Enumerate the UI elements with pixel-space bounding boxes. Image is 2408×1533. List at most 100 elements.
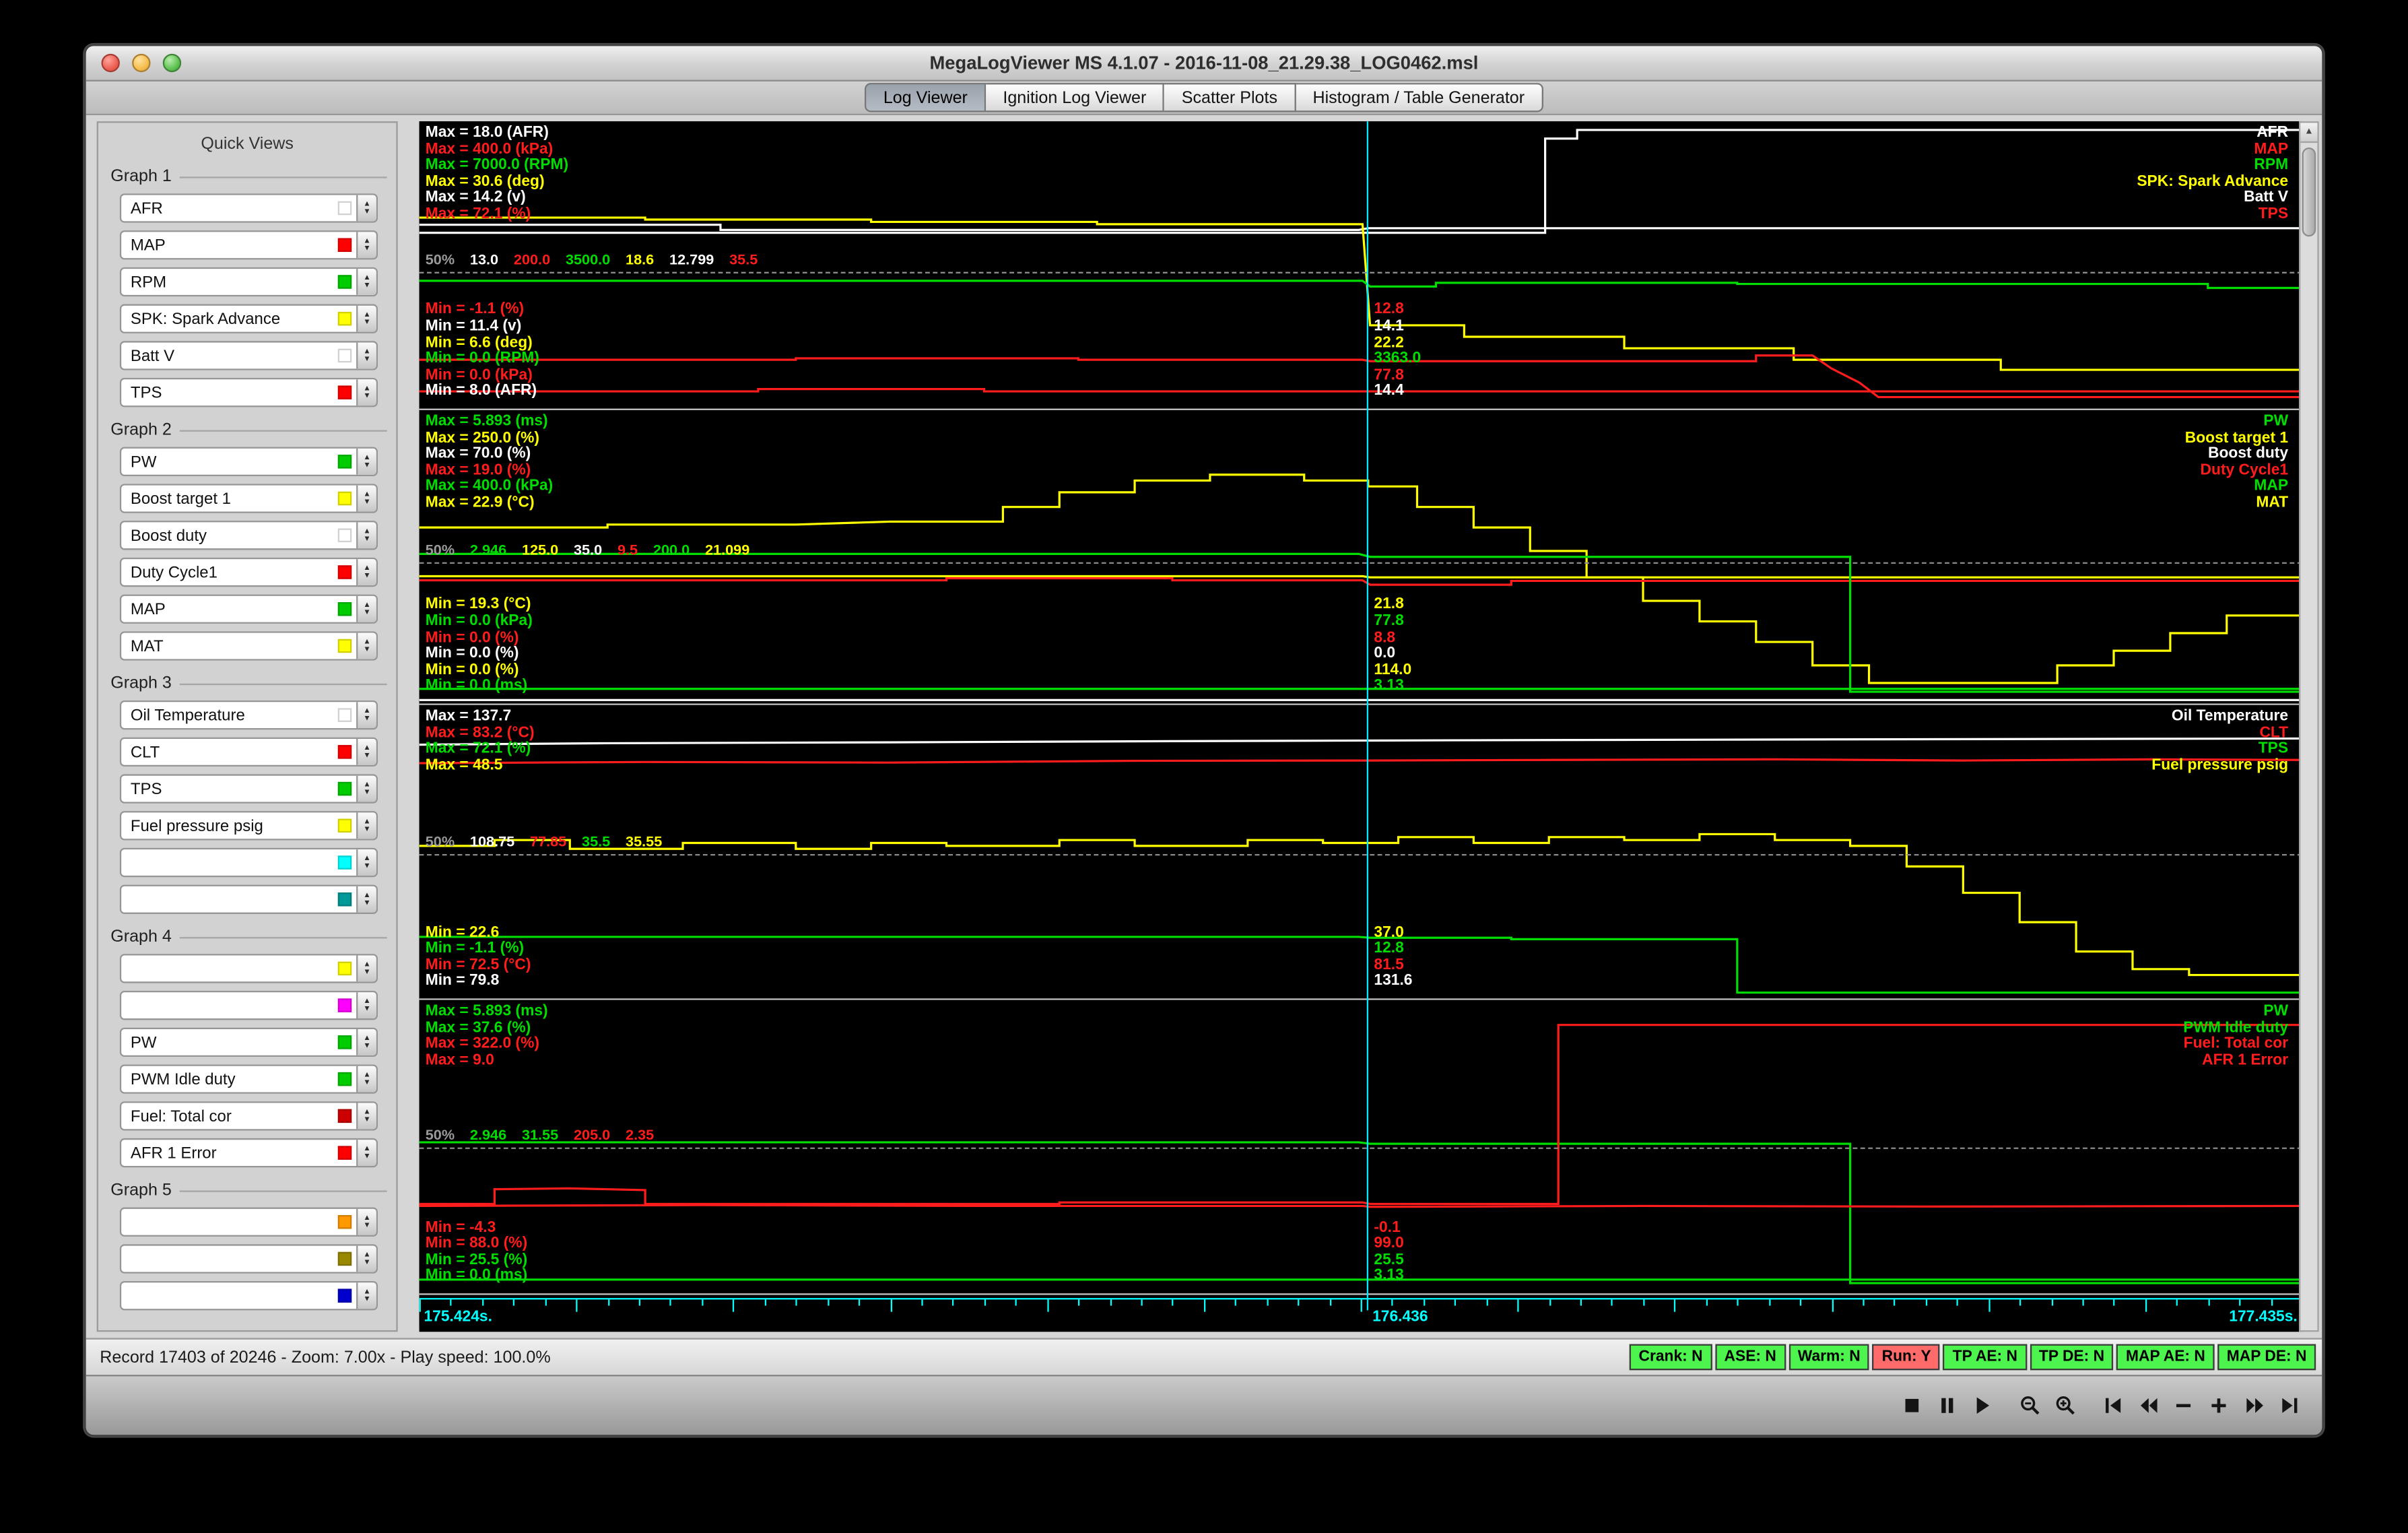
channel-stepper[interactable]: ▲ ▼ <box>356 305 376 332</box>
channel-select-rpm[interactable]: RPM ▲ ▼ <box>119 267 378 297</box>
stepper-down-icon[interactable]: ▼ <box>363 968 370 975</box>
zoom-window-button[interactable] <box>162 53 182 73</box>
fast-forward-button[interactable] <box>2244 1395 2265 1416</box>
channel-stepper[interactable]: ▲ ▼ <box>356 886 376 913</box>
close-window-button[interactable] <box>101 53 120 73</box>
time-axis[interactable]: 175.424s. 176.436 177.435s. <box>419 1295 2302 1329</box>
tab-ignition-log-viewer[interactable]: Ignition Log Viewer <box>986 83 1165 112</box>
channel-stepper[interactable]: ▲ ▼ <box>356 775 376 802</box>
stepper-down-icon[interactable]: ▼ <box>363 1078 370 1086</box>
stepper-down-icon[interactable]: ▼ <box>363 244 370 252</box>
stepper-down-icon[interactable]: ▼ <box>363 1222 370 1229</box>
minimize-window-button[interactable] <box>132 53 151 73</box>
channel-stepper[interactable]: ▲ ▼ <box>356 522 376 549</box>
stepper-down-icon[interactable]: ▼ <box>363 862 370 870</box>
channel-stepper[interactable]: ▲ ▼ <box>356 379 376 406</box>
stepper-down-icon[interactable]: ▼ <box>363 1258 370 1266</box>
channel-stepper[interactable]: ▲ ▼ <box>356 1245 376 1272</box>
channel-stepper[interactable]: ▲ ▼ <box>356 702 376 729</box>
stop-button[interactable] <box>1901 1395 1922 1416</box>
zoom-out-button[interactable] <box>2019 1395 2041 1416</box>
stepper-down-icon[interactable]: ▼ <box>363 609 370 616</box>
rewind-button[interactable] <box>2138 1395 2160 1416</box>
channel-stepper[interactable]: ▲ ▼ <box>356 1103 376 1130</box>
channel-stepper[interactable]: ▲ ▼ <box>356 1029 376 1055</box>
window-titlebar[interactable]: MegaLogViewer MS 4.1.07 - 2016-11-08_21.… <box>86 46 2322 81</box>
channel-stepper[interactable]: ▲ ▼ <box>356 1282 376 1309</box>
channel-stepper[interactable]: ▲ ▼ <box>356 849 376 876</box>
channel-select-fuel-pressure-psig[interactable]: Fuel pressure psig ▲ ▼ <box>119 811 378 841</box>
stepper-down-icon[interactable]: ▼ <box>363 715 370 722</box>
tab-log-viewer[interactable]: Log Viewer <box>865 83 986 112</box>
channel-stepper[interactable]: ▲ ▼ <box>356 1140 376 1166</box>
graph-panel-2[interactable]: 50% 2.946 125.0 35.0 9.5 200.0 21.099 Max = 5.8… <box>419 410 2302 705</box>
stepper-down-icon[interactable]: ▼ <box>363 1042 370 1049</box>
channel-select-map[interactable]: MAP ▲ ▼ <box>119 230 378 260</box>
stepper-down-icon[interactable]: ▼ <box>363 1295 370 1303</box>
channel-select-tps[interactable]: TPS ▲ ▼ <box>119 774 378 804</box>
channel-select-empty[interactable]: ▲ ▼ <box>119 954 378 983</box>
scrollbar-thumb[interactable] <box>2302 147 2316 237</box>
stepper-down-icon[interactable]: ▼ <box>363 1005 370 1012</box>
channel-stepper[interactable]: ▲ ▼ <box>356 955 376 982</box>
skip-end-button[interactable] <box>2279 1395 2300 1416</box>
channel-stepper[interactable]: ▲ ▼ <box>356 342 376 369</box>
zoom-in-button[interactable] <box>2054 1395 2076 1416</box>
stepper-down-icon[interactable]: ▼ <box>363 825 370 833</box>
tab-histogram-table-generator[interactable]: Histogram / Table Generator <box>1296 83 1543 112</box>
stepper-down-icon[interactable]: ▼ <box>363 788 370 795</box>
stepper-down-icon[interactable]: ▼ <box>363 355 370 362</box>
playback-cursor-line[interactable] <box>1366 121 1368 1311</box>
channel-select-boost-duty[interactable]: Boost duty ▲ ▼ <box>119 521 378 550</box>
channel-select-spk-spark-advance[interactable]: SPK: Spark Advance ▲ ▼ <box>119 304 378 333</box>
channel-stepper[interactable]: ▲ ▼ <box>356 232 376 259</box>
channel-select-boost-target-1[interactable]: Boost target 1 ▲ ▼ <box>119 484 378 513</box>
log-chart-area[interactable]: 50% 13.0 200.0 3500.0 18.6 12.799 35.5 Max = 18… <box>419 121 2302 1332</box>
stepper-down-icon[interactable]: ▼ <box>363 498 370 505</box>
channel-select-empty[interactable]: ▲ ▼ <box>119 1207 378 1237</box>
tab-scatter-plots[interactable]: Scatter Plots <box>1164 83 1296 112</box>
channel-select-afr[interactable]: AFR ▲ ▼ <box>119 193 378 223</box>
channel-stepper[interactable]: ▲ ▼ <box>356 195 376 222</box>
channel-select-map[interactable]: MAP ▲ ▼ <box>119 594 378 624</box>
chart-vertical-scrollbar[interactable]: ▲ <box>2299 121 2319 1332</box>
channel-stepper[interactable]: ▲ ▼ <box>356 448 376 475</box>
channel-select-batt-v[interactable]: Batt V ▲ ▼ <box>119 341 378 370</box>
channel-stepper[interactable]: ▲ ▼ <box>356 992 376 1019</box>
channel-stepper[interactable]: ▲ ▼ <box>356 1208 376 1235</box>
scroll-up-icon[interactable]: ▲ <box>2300 123 2318 143</box>
play-button[interactable] <box>1972 1395 1993 1416</box>
channel-stepper[interactable]: ▲ ▼ <box>356 595 376 622</box>
channel-select-pw[interactable]: PW ▲ ▼ <box>119 447 378 476</box>
stepper-down-icon[interactable]: ▼ <box>363 207 370 215</box>
stepper-down-icon[interactable]: ▼ <box>363 282 370 288</box>
channel-select-tps[interactable]: TPS ▲ ▼ <box>119 378 378 407</box>
stepper-down-icon[interactable]: ▼ <box>363 535 370 542</box>
channel-select-afr-1-error[interactable]: AFR 1 Error ▲ ▼ <box>119 1138 378 1168</box>
channel-select-duty-cycle1[interactable]: Duty Cycle1 ▲ ▼ <box>119 557 378 587</box>
channel-select-oil-temperature[interactable]: Oil Temperature ▲ ▼ <box>119 700 378 730</box>
stepper-down-icon[interactable]: ▼ <box>363 752 370 758</box>
stepper-down-icon[interactable]: ▼ <box>363 899 370 906</box>
channel-select-empty[interactable]: ▲ ▼ <box>119 1244 378 1274</box>
channel-select-empty[interactable]: ▲ ▼ <box>119 990 378 1020</box>
channel-select-pwm-idle-duty[interactable]: PWM Idle duty ▲ ▼ <box>119 1064 378 1094</box>
channel-select-empty[interactable]: ▲ ▼ <box>119 884 378 914</box>
channel-stepper[interactable]: ▲ ▼ <box>356 485 376 512</box>
graph-panel-1[interactable]: 50% 13.0 200.0 3500.0 18.6 12.799 35.5 Max = 18… <box>419 121 2302 410</box>
stepper-down-icon[interactable]: ▼ <box>363 1115 370 1123</box>
channel-stepper[interactable]: ▲ ▼ <box>356 812 376 839</box>
minus-button[interactable] <box>2173 1395 2195 1416</box>
stepper-down-icon[interactable]: ▼ <box>363 645 370 653</box>
stepper-down-icon[interactable]: ▼ <box>363 1152 370 1160</box>
channel-select-pw[interactable]: PW ▲ ▼ <box>119 1027 378 1057</box>
graph-panel-3[interactable]: 50% 108.75 77.85 35.5 35.55 Max = 137.7 Max = … <box>419 705 2302 1000</box>
channel-stepper[interactable]: ▲ ▼ <box>356 738 376 765</box>
channel-select-empty[interactable]: ▲ ▼ <box>119 847 378 878</box>
channel-stepper[interactable]: ▲ ▼ <box>356 559 376 585</box>
channel-stepper[interactable]: ▲ ▼ <box>356 1066 376 1092</box>
channel-select-fuel-total-cor[interactable]: Fuel: Total cor ▲ ▼ <box>119 1101 378 1131</box>
stepper-down-icon[interactable]: ▼ <box>363 392 370 399</box>
stepper-down-icon[interactable]: ▼ <box>363 572 370 579</box>
channel-select-mat[interactable]: MAT ▲ ▼ <box>119 631 378 661</box>
